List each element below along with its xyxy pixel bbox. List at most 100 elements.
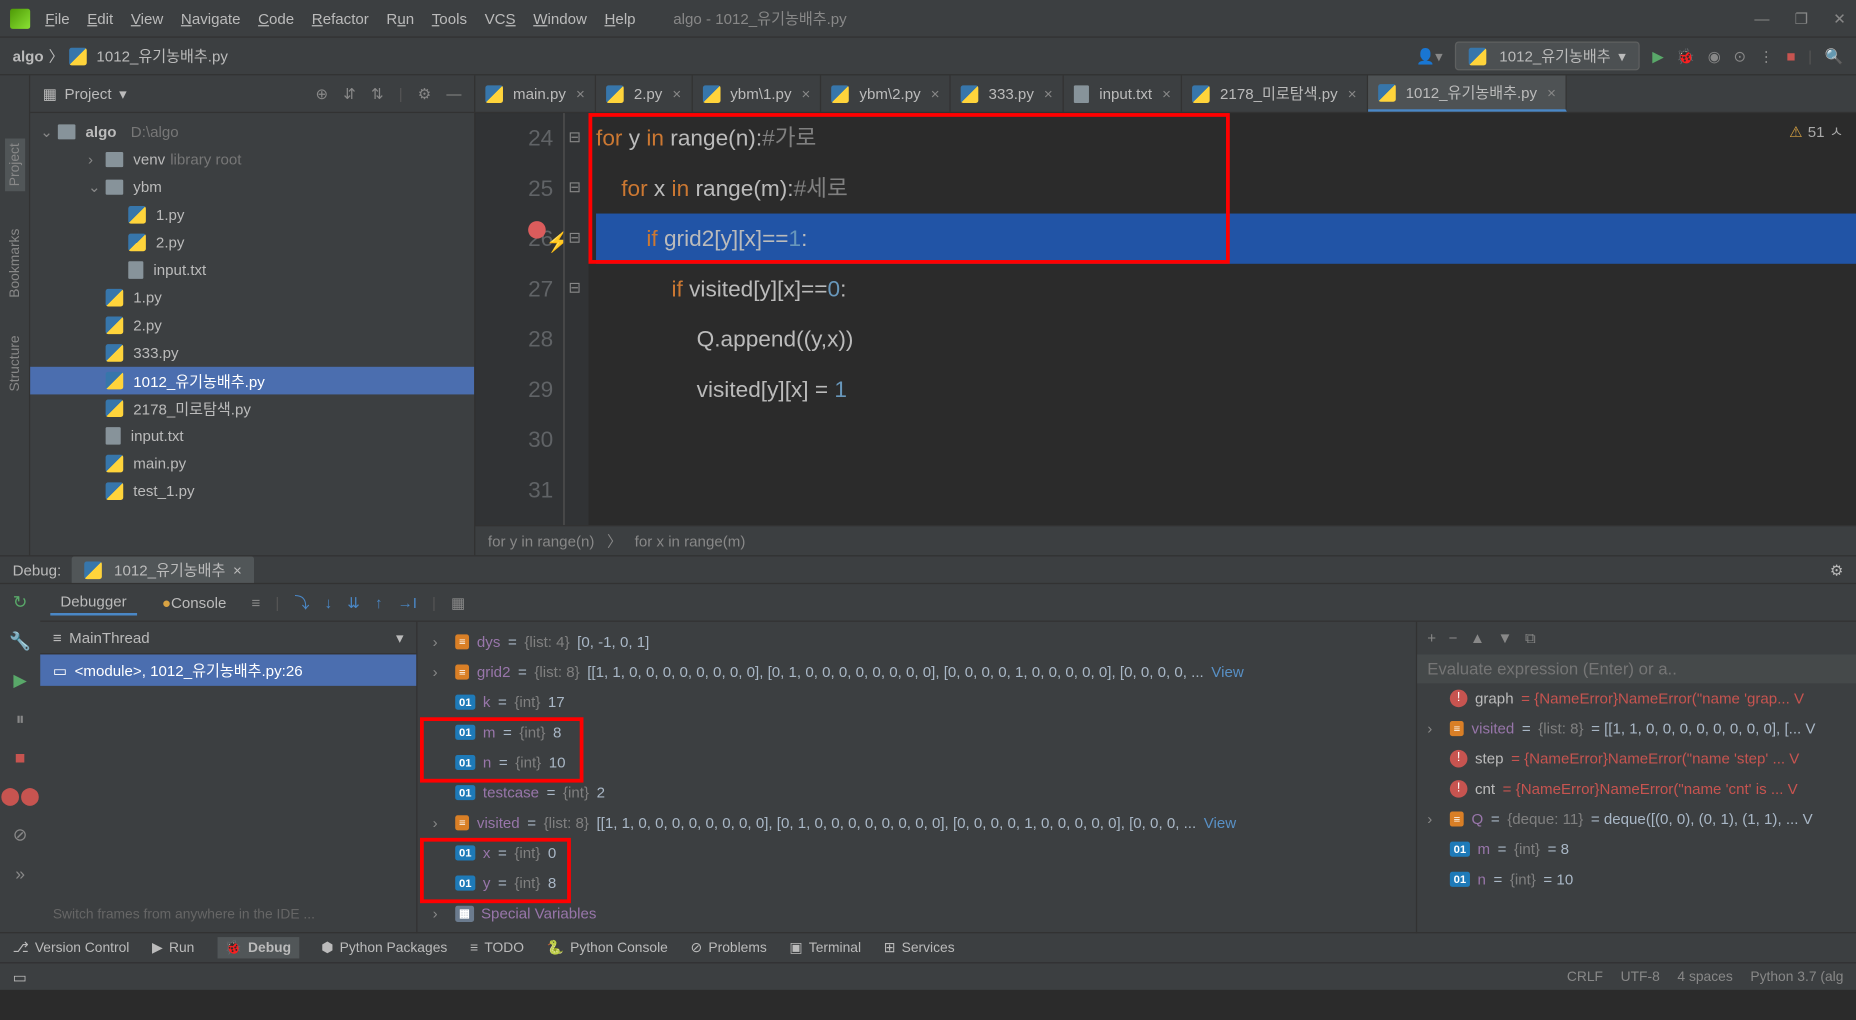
- watch-row[interactable]: ! cnt = {NameError}NameError("name 'cnt'…: [1417, 774, 1856, 804]
- gear-icon[interactable]: ⚙: [418, 85, 432, 103]
- watch-row[interactable]: 01 n = {int} = 10: [1417, 864, 1856, 894]
- rerun-icon[interactable]: ↻: [13, 592, 28, 613]
- variable-row[interactable]: ›▦ Special Variables: [423, 898, 1411, 928]
- run-icon[interactable]: ▶: [1652, 47, 1664, 65]
- tree-item[interactable]: 1.py: [30, 284, 474, 312]
- watches-panel[interactable]: + − ▲ ▼ ⧉ ! graph = {NameError}NameError…: [1416, 622, 1856, 934]
- tree-item[interactable]: 333.py: [30, 339, 474, 367]
- editor-tab[interactable]: ybm\2.py×: [822, 75, 951, 111]
- watch-row[interactable]: ! step = {NameError}NameError("name 'ste…: [1417, 744, 1856, 774]
- watch-row[interactable]: ›≡ visited = {list: 8} = [[1, 1, 0, 0, 0…: [1417, 713, 1856, 743]
- close-icon[interactable]: ×: [1547, 84, 1556, 102]
- tree-item[interactable]: ⌄ybm: [30, 173, 474, 201]
- pause-icon[interactable]: ⏸: [16, 708, 25, 729]
- variable-row[interactable]: ›≡ visited = {list: 8} [[1, 1, 0, 0, 0, …: [423, 808, 1411, 838]
- variable-row[interactable]: 01 x = {int} 0: [423, 838, 1411, 868]
- tool-services[interactable]: ⊞ Services: [884, 940, 955, 956]
- copy-icon[interactable]: ⧉: [1525, 629, 1536, 648]
- variable-row[interactable]: 01 n = {int} 10: [423, 747, 1411, 777]
- interpreter[interactable]: Python 3.7 (alg: [1750, 969, 1843, 984]
- watch-row[interactable]: 01 m = {int} = 8: [1417, 834, 1856, 864]
- variables-panel[interactable]: ›≡ dys = {list: 4} [0, -1, 0, 1]›≡ grid2…: [417, 622, 1415, 934]
- editor-tab[interactable]: 333.py×: [951, 75, 1064, 111]
- breakpoint-icon[interactable]: [528, 221, 546, 239]
- tree-item[interactable]: main.py: [30, 450, 474, 478]
- structure-tool-button[interactable]: Structure: [7, 336, 22, 392]
- menu-edit[interactable]: Edit: [87, 9, 113, 27]
- profile-icon[interactable]: ⊙: [1734, 47, 1747, 65]
- editor-tab[interactable]: 1012_유기농배추.py×: [1368, 75, 1567, 111]
- add-watch-icon[interactable]: +: [1427, 629, 1436, 647]
- tool-terminal[interactable]: ▣ Terminal: [789, 940, 861, 956]
- remove-watch-icon[interactable]: −: [1449, 629, 1458, 647]
- minimize-icon[interactable]: —: [1754, 9, 1769, 27]
- tool-todo[interactable]: ≡ TODO: [470, 940, 524, 955]
- bookmarks-tool-button[interactable]: Bookmarks: [7, 229, 22, 298]
- indent[interactable]: 4 spaces: [1677, 969, 1732, 984]
- tree-item[interactable]: input.txt: [30, 256, 474, 284]
- close-icon[interactable]: ✕: [1833, 9, 1846, 27]
- close-icon[interactable]: ×: [1162, 85, 1171, 103]
- coverage-icon[interactable]: ◉: [1708, 47, 1721, 65]
- stop-icon[interactable]: ■: [15, 747, 26, 767]
- console-tab[interactable]: ●Console: [152, 591, 237, 614]
- variable-row[interactable]: 01 y = {int} 8: [423, 868, 1411, 898]
- resume-icon[interactable]: ▶: [13, 670, 27, 691]
- project-tree[interactable]: ⌄ algo D:\algo ›venv library root⌄ybm1.p…: [30, 113, 474, 510]
- tree-root[interactable]: ⌄ algo D:\algo: [30, 118, 474, 146]
- chevron-down-icon[interactable]: ▾: [119, 85, 127, 103]
- breadcrumb-file[interactable]: 1012_유기농배추.py: [96, 45, 228, 66]
- menu-window[interactable]: Window: [533, 9, 587, 27]
- debug-session-tab[interactable]: 1012_유기농배추 ×: [71, 556, 254, 582]
- tree-item[interactable]: 2.py: [30, 312, 474, 340]
- editor-tab[interactable]: 2178_미로탐색.py×: [1182, 75, 1368, 111]
- more-icon[interactable]: »: [15, 863, 25, 883]
- step-into-icon[interactable]: ↓: [325, 594, 333, 612]
- modify-icon[interactable]: 🔧: [9, 631, 31, 652]
- variable-row[interactable]: 01 m = {int} 8: [423, 717, 1411, 747]
- tool-problems[interactable]: ⊘ Problems: [690, 940, 766, 956]
- run-to-cursor-icon[interactable]: →I: [398, 594, 417, 612]
- close-icon[interactable]: ×: [1348, 85, 1357, 103]
- evaluate-icon[interactable]: ▦: [451, 594, 465, 612]
- user-icon[interactable]: 👤▾: [1416, 47, 1442, 65]
- editor-tab[interactable]: main.py×: [475, 75, 596, 111]
- menu-refactor[interactable]: Refactor: [312, 9, 369, 27]
- threads-icon[interactable]: ≡: [251, 594, 260, 612]
- close-icon[interactable]: ×: [233, 561, 242, 579]
- close-icon[interactable]: ×: [802, 85, 811, 103]
- project-view-label[interactable]: Project: [65, 85, 112, 103]
- up-icon[interactable]: ▲: [1470, 629, 1485, 647]
- stop-icon[interactable]: ■: [1786, 47, 1795, 65]
- stack-frame[interactable]: ▭ <module>, 1012_유기농배추.py:26: [40, 654, 416, 685]
- step-over-icon[interactable]: ⤵: [294, 592, 309, 613]
- tool-debug[interactable]: 🐞 Debug: [217, 937, 299, 958]
- tool-console[interactable]: 🐍 Python Console: [547, 940, 668, 956]
- encoding[interactable]: UTF-8: [1621, 969, 1660, 984]
- close-icon[interactable]: ×: [931, 85, 940, 103]
- inspection-badge[interactable]: ⚠51ㅅ: [1789, 121, 1843, 142]
- run-config-selector[interactable]: 1012_유기농배추 ▾: [1455, 41, 1639, 70]
- watch-row[interactable]: ! graph = {NameError}NameError("name 'gr…: [1417, 683, 1856, 713]
- variable-row[interactable]: 01 k = {int} 17: [423, 687, 1411, 717]
- gear-icon[interactable]: ⚙: [1830, 561, 1844, 579]
- close-icon[interactable]: ×: [1044, 85, 1053, 103]
- editor-tab[interactable]: ybm\1.py×: [693, 75, 822, 111]
- menu-run[interactable]: Run: [386, 9, 414, 27]
- chevron-down-icon[interactable]: ▾: [396, 629, 404, 647]
- editor-tab[interactable]: input.txt×: [1064, 75, 1182, 111]
- editor-tab[interactable]: 2.py×: [596, 75, 692, 111]
- tool-packages[interactable]: ⬢ Python Packages: [321, 940, 447, 956]
- status-icon[interactable]: ▭: [13, 968, 27, 986]
- menu-vcs[interactable]: VCS: [485, 9, 516, 27]
- tool-run[interactable]: ▶ Run: [152, 940, 194, 956]
- menu-navigate[interactable]: Navigate: [181, 9, 241, 27]
- select-opened-icon[interactable]: ⊕: [316, 85, 329, 103]
- more-icon[interactable]: ⋮: [1759, 47, 1774, 65]
- step-into-my-icon[interactable]: ⇊: [347, 594, 360, 612]
- tree-item[interactable]: test_1.py: [30, 477, 474, 505]
- watch-row[interactable]: ›≡ Q = {deque: 11} = deque([(0, 0), (0, …: [1417, 804, 1856, 834]
- code-editor[interactable]: ⚡ 2425262728293031 ⊟⊟⊟⊟ for y in range(n…: [475, 113, 1856, 525]
- menu-file[interactable]: File: [45, 9, 69, 27]
- search-icon[interactable]: 🔍: [1825, 47, 1844, 65]
